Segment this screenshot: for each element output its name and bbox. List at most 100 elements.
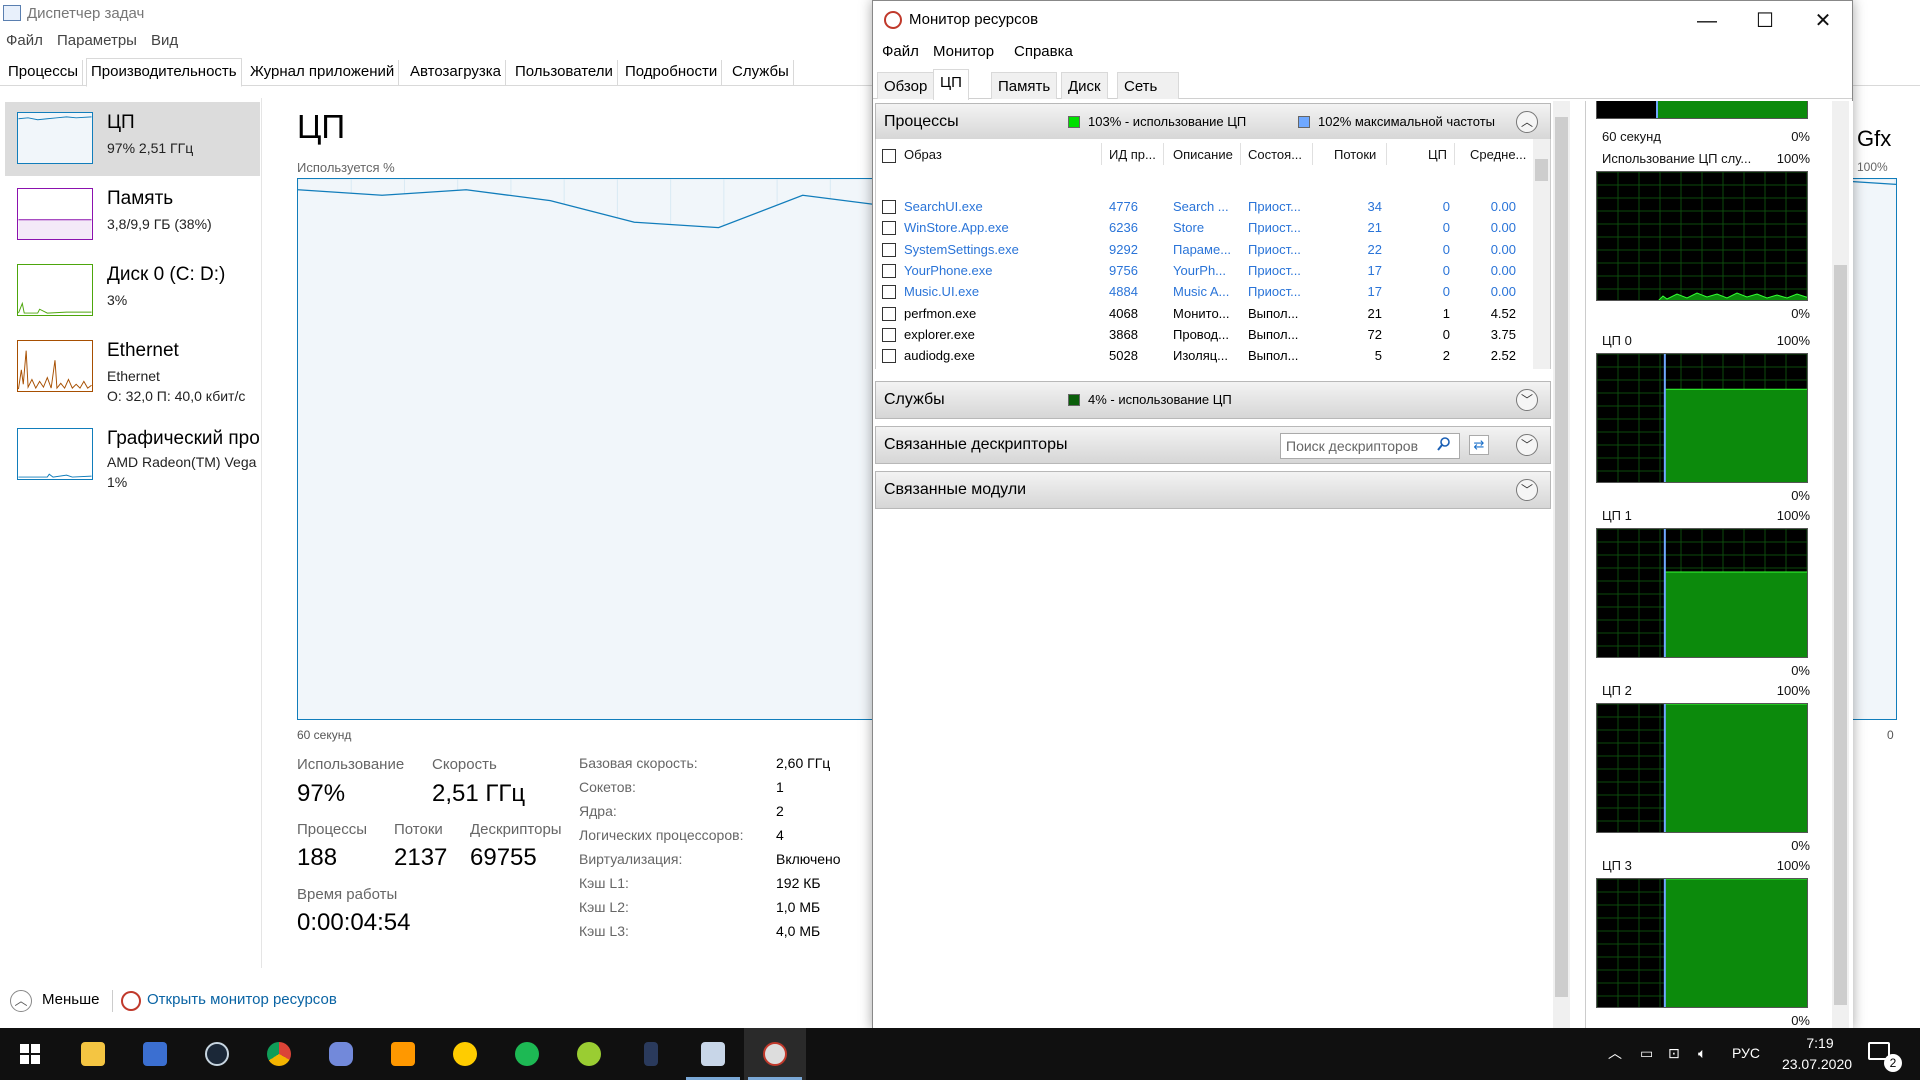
ball-app-icon[interactable] [558, 1028, 620, 1080]
details-scrollbar[interactable] [1553, 101, 1570, 1029]
select-all-checkbox[interactable] [882, 149, 896, 163]
column-divider[interactable] [1163, 143, 1164, 165]
row-checkbox[interactable] [882, 221, 896, 236]
scrollbar-thumb[interactable] [1834, 265, 1847, 1005]
table-row[interactable]: audiodg.exe 5028 Изоляц... Выпол... 5 2 2.52 [876, 346, 1536, 367]
row-checkbox[interactable] [882, 242, 896, 257]
fewer-details-button[interactable]: Меньше [42, 991, 99, 1008]
steam-icon[interactable] [186, 1028, 248, 1080]
maximize-icon[interactable]: ☐ [1736, 1, 1794, 41]
table-row[interactable]: WinStore.App.exe 6236 Store Приост... 21 0 0.0… [876, 218, 1536, 239]
chevron-down-icon[interactable]: ﹀ [1516, 434, 1538, 456]
menu-view[interactable]: Вид [151, 32, 178, 49]
spec-value: 1 [776, 779, 784, 795]
tab-disk[interactable]: Диск [1061, 72, 1108, 99]
language-indicator[interactable]: РУС [1732, 1045, 1760, 1061]
sidebar-item-ethernet[interactable]: Ethernet Ethernet О: 32,0 П: 40,0 кбит/с [5, 330, 260, 414]
column-header[interactable]: Потоки [1334, 147, 1376, 162]
modules-section-header[interactable]: Связанные модули ﹀ [875, 471, 1551, 509]
tab-users[interactable]: Пользователи [511, 60, 618, 86]
volume-icon[interactable]: 🔈︎ [1698, 1045, 1706, 1062]
services-section-header[interactable]: Службы 4% - использование ЦП ﹀ [875, 381, 1551, 419]
column-divider[interactable] [1101, 143, 1102, 165]
row-checkbox[interactable] [882, 306, 896, 321]
column-header[interactable]: Описание [1173, 147, 1233, 162]
scrollbar-thumb[interactable] [1555, 117, 1568, 997]
gpu-thumbnail-graph [17, 428, 93, 480]
tab-memory[interactable]: Память [991, 72, 1058, 99]
column-header[interactable]: Средне... [1470, 147, 1526, 162]
sublime-text-icon[interactable] [372, 1028, 434, 1080]
chevron-down-icon[interactable]: ﹀ [1516, 389, 1538, 411]
chrome-logo-icon [267, 1042, 291, 1066]
row-checkbox[interactable] [882, 327, 896, 342]
close-icon[interactable]: ✕ [1794, 1, 1852, 41]
chevron-up-icon[interactable]: ︿ [1516, 111, 1538, 133]
column-divider[interactable] [1454, 143, 1455, 165]
handles-section-header[interactable]: Связанные дескрипторы Поиск дескрипторов… [875, 426, 1551, 464]
game-app-icon[interactable] [620, 1028, 682, 1080]
file-explorer-icon[interactable] [62, 1028, 124, 1080]
processes-scrollbar[interactable] [1533, 139, 1550, 369]
sidebar-item-memory[interactable]: Память 3,8/9,9 ГБ (38%) [5, 178, 260, 252]
table-row[interactable]: perfmon.exe 4068 Монито... Выпол... 21 1 4.52 [876, 304, 1536, 325]
chevron-up-icon[interactable]: ︿ [10, 990, 32, 1012]
tab-cpu[interactable]: ЦП [933, 69, 969, 100]
music-app-icon[interactable] [434, 1028, 496, 1080]
column-header[interactable]: Образ [904, 147, 942, 162]
row-checkbox[interactable] [882, 200, 896, 214]
tab-processes[interactable]: Процессы [4, 60, 84, 86]
tab-app-history[interactable]: Журнал приложений [246, 60, 400, 86]
start-icon[interactable] [0, 1028, 62, 1080]
menu-file[interactable]: Файл [882, 43, 919, 60]
menu-help[interactable]: Справка [1014, 43, 1073, 60]
row-checkbox[interactable] [882, 349, 896, 364]
column-header[interactable]: ИД пр... [1109, 147, 1156, 162]
table-row[interactable]: explorer.exe 3868 Провод... Выпол... 72 0 3.75 [876, 325, 1536, 346]
processes-section-header[interactable]: Процессы 103% - использование ЦП 102% ма… [875, 103, 1551, 141]
table-row[interactable]: SearchUI.exe 4776 Search ... Приост... 34 0 0.… [876, 197, 1536, 218]
minimize-icon[interactable]: — [1678, 1, 1736, 41]
table-row[interactable]: YourPhone.exe 9756 YourPh... Приост... 17 0 0.… [876, 261, 1536, 282]
open-resource-monitor-link[interactable]: Открыть монитор ресурсов [147, 991, 337, 1008]
search-icon[interactable] [1437, 437, 1451, 451]
clock-time[interactable]: 7:19 [1790, 1035, 1850, 1051]
chevron-down-icon[interactable]: ﹀ [1516, 479, 1538, 501]
discord-icon[interactable] [310, 1028, 372, 1080]
network-icon[interactable]: ⊡ [1668, 1045, 1680, 1062]
table-row[interactable]: SystemSettings.exe 9292 Параме... Приост...… [876, 240, 1536, 261]
sidebar-item-disk[interactable]: Диск 0 (C: D:) 3% [5, 254, 260, 328]
tab-details[interactable]: Подробности [621, 60, 723, 86]
task-manager-icon[interactable] [682, 1028, 744, 1080]
menu-file[interactable]: Файл [6, 32, 43, 49]
search-handles-input[interactable]: Поиск дескрипторов [1280, 433, 1460, 459]
table-row[interactable]: Taskmgr.exe10004Диспет...Выпол...1922.00 [876, 367, 1536, 369]
tab-network[interactable]: Сеть [1117, 72, 1179, 99]
chrome-icon[interactable] [248, 1028, 310, 1080]
sidebar-item-gpu[interactable]: Графический про AMD Radeon(TM) Vega 1% [5, 418, 260, 502]
refresh-icon[interactable]: ⇄ [1469, 435, 1489, 455]
menu-monitor[interactable]: Монитор [933, 43, 994, 60]
save-app-icon[interactable] [124, 1028, 186, 1080]
column-divider[interactable] [1386, 143, 1387, 165]
menu-options[interactable]: Параметры [57, 32, 137, 49]
row-checkbox[interactable] [882, 285, 896, 300]
tab-startup[interactable]: Автозагрузка [406, 60, 506, 86]
scrollbar-thumb[interactable] [1535, 159, 1548, 181]
tab-services[interactable]: Службы [728, 60, 794, 86]
chevron-up-icon[interactable]: ︿ [1608, 1043, 1622, 1063]
table-row[interactable]: Music.UI.exe 4884 Music A... Приост... 17 0 0.… [876, 282, 1536, 303]
column-header[interactable]: Состоя... [1248, 147, 1302, 162]
column-header[interactable]: ЦП [1428, 147, 1447, 162]
column-divider[interactable] [1312, 143, 1313, 165]
battery-icon[interactable]: ▭ [1640, 1045, 1653, 1062]
graphs-scrollbar[interactable] [1832, 101, 1849, 1029]
clock-date[interactable]: 23.07.2020 [1770, 1056, 1864, 1072]
tab-overview[interactable]: Обзор [877, 72, 935, 99]
spotify-icon[interactable] [496, 1028, 558, 1080]
column-divider[interactable] [1240, 143, 1241, 165]
tab-performance[interactable]: Производительность [86, 58, 242, 87]
sidebar-item-cpu[interactable]: ЦП 97% 2,51 ГГц [5, 102, 260, 176]
row-checkbox[interactable] [882, 263, 896, 278]
resource-monitor-icon[interactable] [744, 1028, 806, 1080]
